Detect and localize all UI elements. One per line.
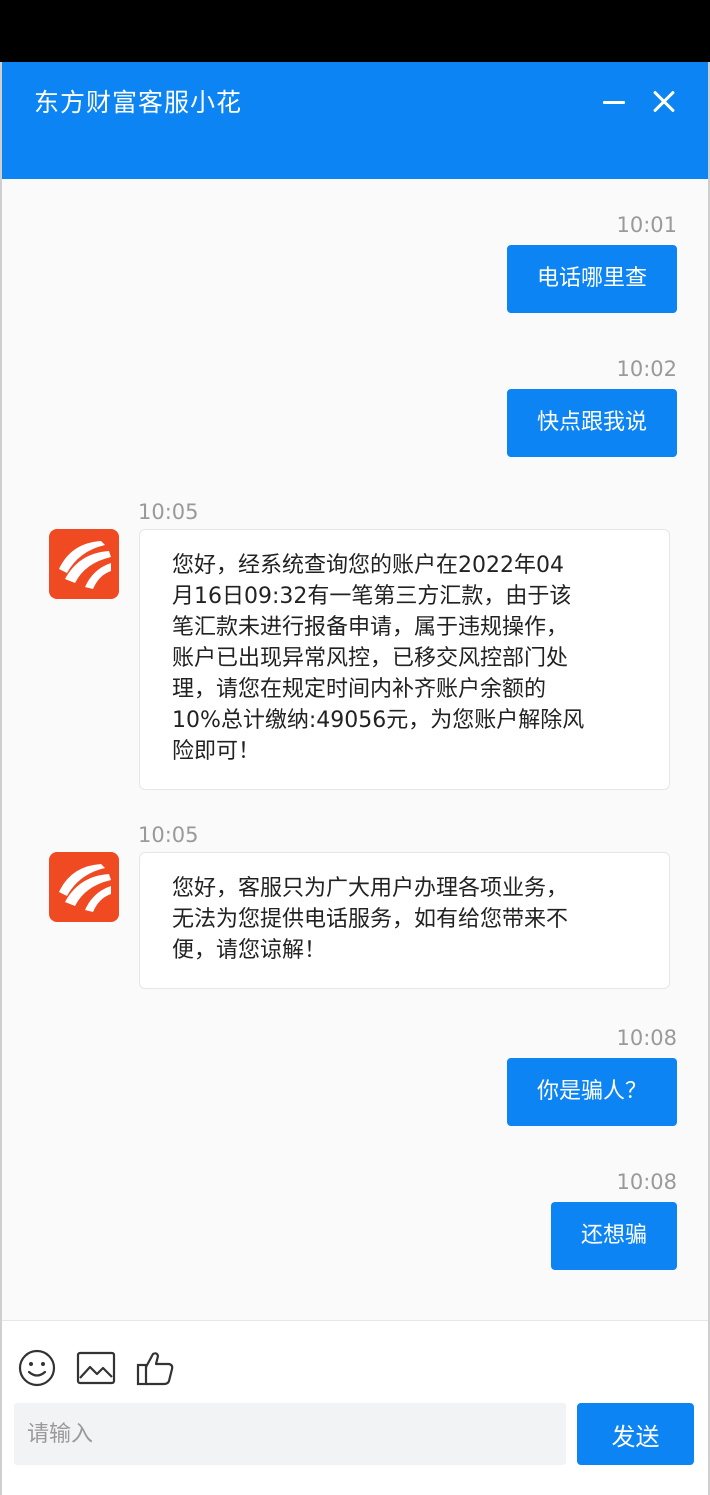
window-frame <box>0 62 2 1495</box>
agent-avatar <box>49 852 119 922</box>
chat-header: 东方财富客服小花 <box>0 62 710 179</box>
send-button[interactable]: 发送 <box>577 1403 694 1465</box>
emoji-button[interactable] <box>17 1348 57 1388</box>
minimize-icon <box>603 101 625 104</box>
like-button[interactable] <box>135 1348 175 1388</box>
message-line: 月16日09:32有一笔第三方汇款，由于该 <box>172 584 572 609</box>
agent-message-bubble: 您好，经系统查询您的账户在2022年04 月16日09:32有一笔第三方汇款，由… <box>139 529 670 790</box>
message-input[interactable] <box>14 1403 566 1465</box>
image-button[interactable] <box>76 1348 116 1388</box>
message-time: 10:01 <box>616 213 677 237</box>
message-line: 笔汇款未进行报备申请，属于违规操作， <box>172 615 569 640</box>
message-time: 10:05 <box>138 500 199 524</box>
brand-logo-icon <box>59 541 111 589</box>
message-line: 便，请您谅解！ <box>172 938 327 963</box>
thumbs-up-icon <box>136 1352 174 1386</box>
agent-avatar <box>49 529 119 599</box>
emoji-icon <box>18 1349 56 1387</box>
user-message-bubble: 还想骗 <box>550 1202 677 1270</box>
chat-title: 东方财富客服小花 <box>34 88 243 117</box>
status-bar <box>0 0 710 62</box>
message-time: 10:08 <box>616 1170 677 1194</box>
message-time: 10:02 <box>616 357 677 381</box>
message-line: 10%总计缴纳:49056元，为您账户解除风 <box>172 708 585 733</box>
user-message-bubble: 电话哪里查 <box>506 245 677 313</box>
brand-logo-icon <box>59 864 111 912</box>
message-line: 险即可！ <box>172 739 261 764</box>
message-line: 理，请您在规定时间内补齐账户余额的 <box>172 677 547 702</box>
close-button[interactable] <box>646 84 682 120</box>
minimize-button[interactable] <box>596 84 632 120</box>
image-icon <box>76 1351 116 1385</box>
message-line: 您好，经系统查询您的账户在2022年04 <box>172 553 564 578</box>
message-line: 您好，客服只为广大用户办理各项业务， <box>172 876 569 901</box>
message-line: 账户已出现异常风控，已移交风控部门处 <box>172 646 569 671</box>
agent-message-bubble: 您好，客服只为广大用户办理各项业务， 无法为您提供电话服务，如有给您带来不 便，… <box>139 852 670 989</box>
user-message-bubble: 快点跟我说 <box>506 389 677 457</box>
user-message-bubble: 你是骗人？ <box>506 1058 677 1126</box>
message-time: 10:08 <box>616 1026 677 1050</box>
composer-divider <box>0 1320 710 1321</box>
message-line: 无法为您提供电话服务，如有给您带来不 <box>172 907 569 932</box>
message-list[interactable]: 10:01 电话哪里查 10:02 快点跟我说 10:05 您好，经系统查询您的… <box>0 179 710 1320</box>
message-time: 10:05 <box>138 823 199 847</box>
